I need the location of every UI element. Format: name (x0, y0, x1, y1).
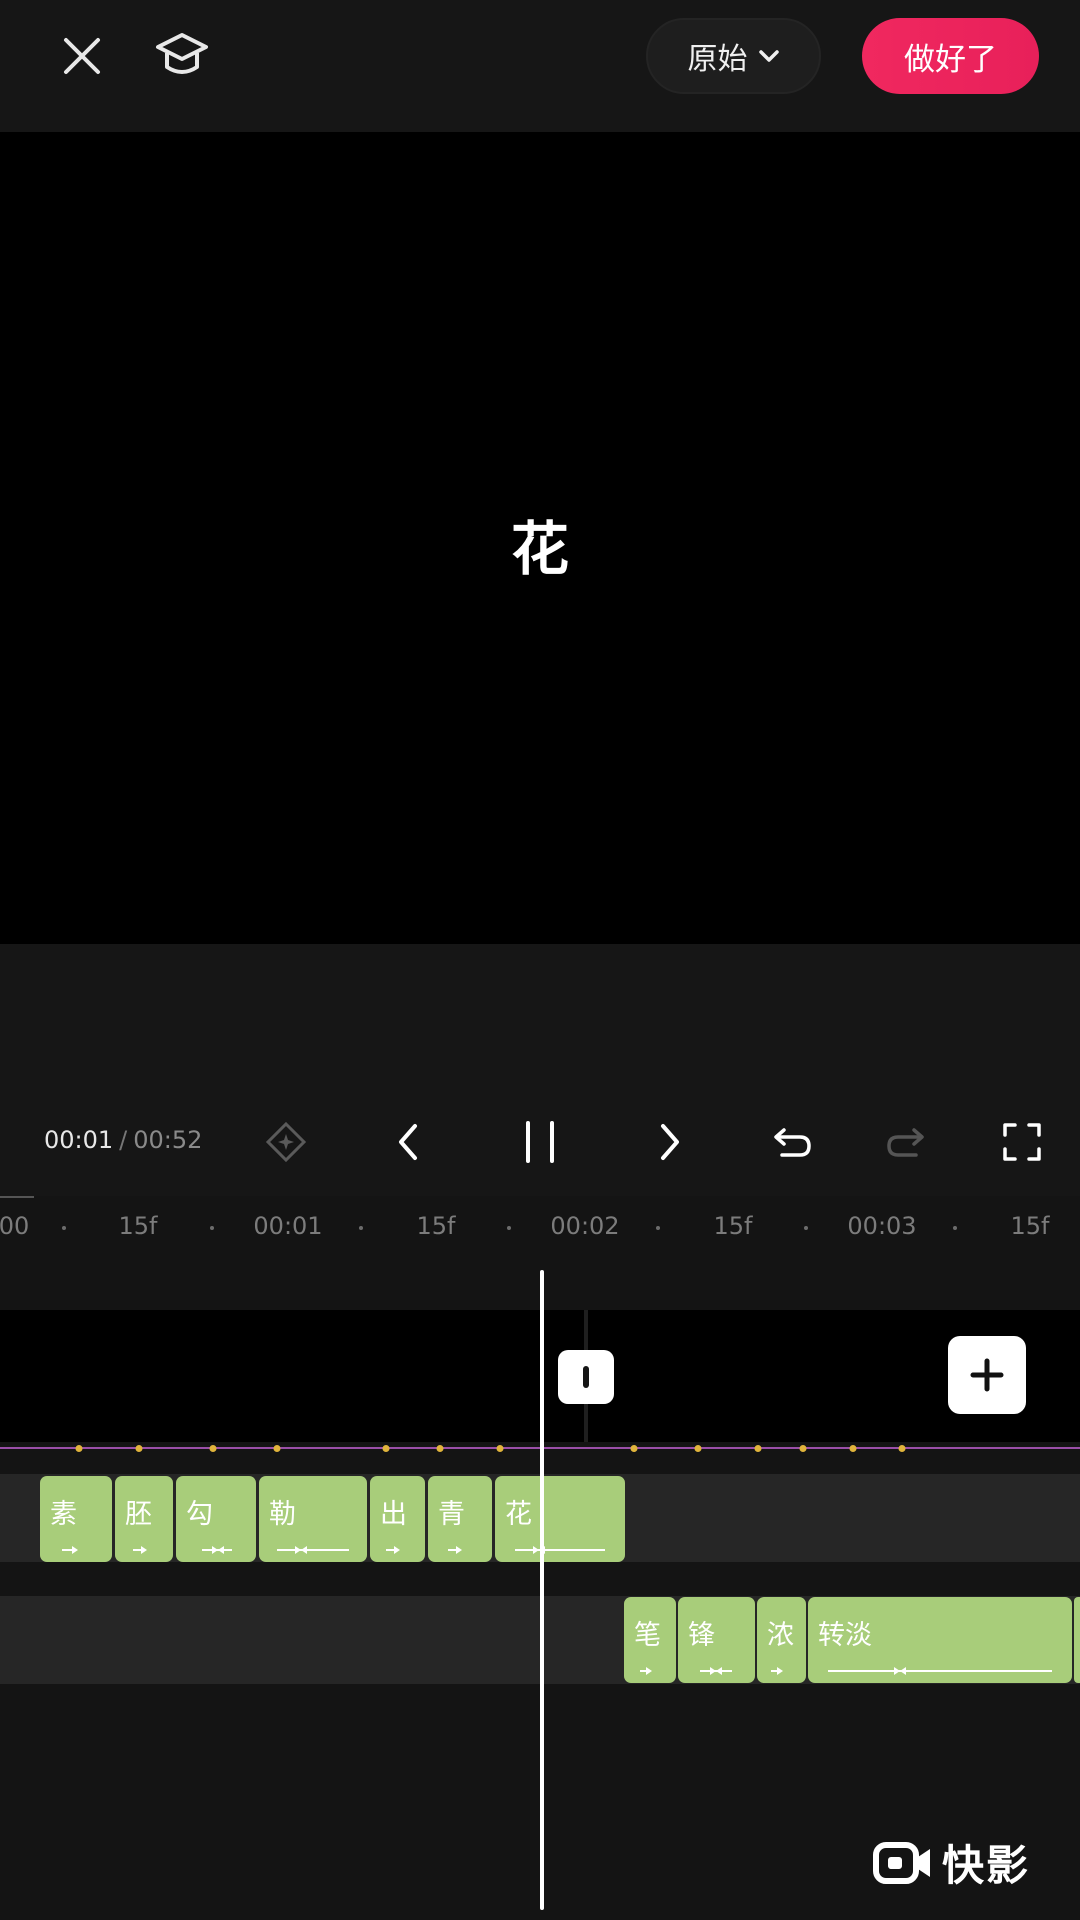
text-clip-label: 勾 (186, 1499, 213, 1530)
graduation-cap-icon[interactable] (150, 24, 214, 88)
keyframe-icon[interactable] (260, 1116, 312, 1168)
text-clip[interactable]: 勾 (176, 1476, 256, 1562)
text-clip-label: 胚 (125, 1499, 152, 1530)
current-time: 00:01 (44, 1126, 114, 1154)
ruler-tick: 15f (416, 1212, 456, 1240)
beat-marker (436, 1445, 444, 1452)
watermark-text: 快影 (942, 1841, 1031, 1890)
beat-marker (694, 1445, 702, 1452)
beat-marker (273, 1445, 281, 1452)
previous-frame-icon[interactable] (382, 1116, 434, 1168)
text-clip[interactable]: 素 (40, 1476, 112, 1562)
ruler-tick: 15f (118, 1212, 158, 1240)
beat-marker (799, 1445, 807, 1452)
text-clip-label: 出 (380, 1499, 407, 1530)
animation-in-icon (133, 1546, 147, 1554)
text-clip-label: 锋 (688, 1620, 715, 1651)
chevron-down-icon (758, 50, 779, 62)
add-clip-button[interactable] (948, 1336, 1026, 1414)
playhead[interactable] (540, 1270, 544, 1910)
animation-in-icon (62, 1546, 78, 1554)
playback-controls: 00:01/00:52 (0, 1100, 1080, 1184)
ruler-dot (804, 1226, 808, 1230)
text-clip[interactable]: 青 (428, 1476, 492, 1562)
pause-icon[interactable] (514, 1116, 566, 1168)
beat-marker (382, 1445, 390, 1452)
next-frame-icon[interactable] (644, 1116, 696, 1168)
text-clip[interactable]: 勒 (259, 1476, 367, 1562)
text-clip-label: 素 (50, 1499, 77, 1530)
time-display: 00:01/00:52 (44, 1126, 202, 1154)
transition-button[interactable] (558, 1350, 614, 1404)
animation-in-icon (448, 1546, 462, 1554)
close-icon[interactable] (54, 28, 110, 84)
time-separator: / (119, 1126, 128, 1154)
beat-marker (75, 1445, 83, 1452)
text-clip-label: 花 (505, 1499, 532, 1530)
ruler-tick: 15f (713, 1212, 753, 1240)
animation-loop-icon (202, 1546, 232, 1554)
beat-marker (754, 1445, 762, 1452)
text-clip-label: 笔 (634, 1620, 661, 1651)
text-clip[interactable]: 胚 (115, 1476, 173, 1562)
text-clip[interactable]: 转淡 (808, 1597, 1072, 1683)
preview-caption: 花 (510, 515, 569, 583)
animation-in-icon (386, 1546, 400, 1554)
done-button[interactable]: 做好了 (862, 18, 1039, 94)
beat-marker (135, 1445, 143, 1452)
beat-marker (209, 1445, 217, 1452)
text-clip[interactable]: 笔 (624, 1597, 676, 1683)
ruler-dot (656, 1226, 660, 1230)
transition-bar-icon (583, 1366, 589, 1388)
total-time: 00:52 (133, 1126, 203, 1154)
animation-loop-icon (828, 1667, 1052, 1675)
aspect-ratio-label: 原始 (687, 42, 748, 77)
text-clip[interactable]: 出 (370, 1476, 425, 1562)
video-preview[interactable]: 花 (0, 132, 1080, 944)
aspect-ratio-dropdown[interactable]: 原始 (646, 18, 821, 94)
beat-marker (898, 1445, 906, 1452)
text-clip-edge[interactable] (1074, 1597, 1080, 1683)
animation-in-icon (640, 1667, 652, 1675)
text-clip[interactable]: 花 (495, 1476, 625, 1562)
text-clip-label: 勒 (269, 1499, 296, 1530)
undo-icon[interactable] (766, 1116, 818, 1168)
ruler-dot (359, 1226, 363, 1230)
top-bar: 原始 做好了 (0, 0, 1080, 132)
timeline-ruler[interactable]: 00 15f 00:01 15f 00:02 15f 00:03 15f (0, 1196, 1080, 1256)
animation-loop-icon (277, 1546, 349, 1554)
text-clip-label: 转淡 (818, 1620, 872, 1651)
ruler-tick: 15f (1010, 1212, 1050, 1240)
redo-icon[interactable] (880, 1116, 932, 1168)
ruler-dot (62, 1226, 66, 1230)
fullscreen-icon[interactable] (996, 1116, 1048, 1168)
ruler-tick: 00:03 (847, 1212, 917, 1240)
text-clip[interactable]: 浓 (757, 1597, 806, 1683)
kuaiying-logo-icon (873, 1841, 930, 1884)
ruler-tick: 00:02 (550, 1212, 620, 1240)
plus-icon (970, 1358, 1004, 1392)
text-clip-label: 浓 (767, 1620, 794, 1651)
text-clip[interactable]: 锋 (678, 1597, 755, 1683)
animation-in-icon (771, 1667, 783, 1675)
ruler-dot (953, 1226, 957, 1230)
ruler-progress-line (0, 1196, 34, 1198)
animation-loop-icon (515, 1546, 605, 1554)
app-watermark: 快影 (872, 1832, 1030, 1893)
ruler-dot (507, 1226, 511, 1230)
beat-marker (849, 1445, 857, 1452)
beat-marker (630, 1445, 638, 1452)
animation-loop-icon (700, 1667, 732, 1675)
text-clip-label: 青 (438, 1499, 465, 1530)
beat-marker (496, 1445, 504, 1452)
ruler-tick: 00 (0, 1212, 30, 1240)
ruler-tick: 00:01 (253, 1212, 323, 1240)
ruler-dot (210, 1226, 214, 1230)
